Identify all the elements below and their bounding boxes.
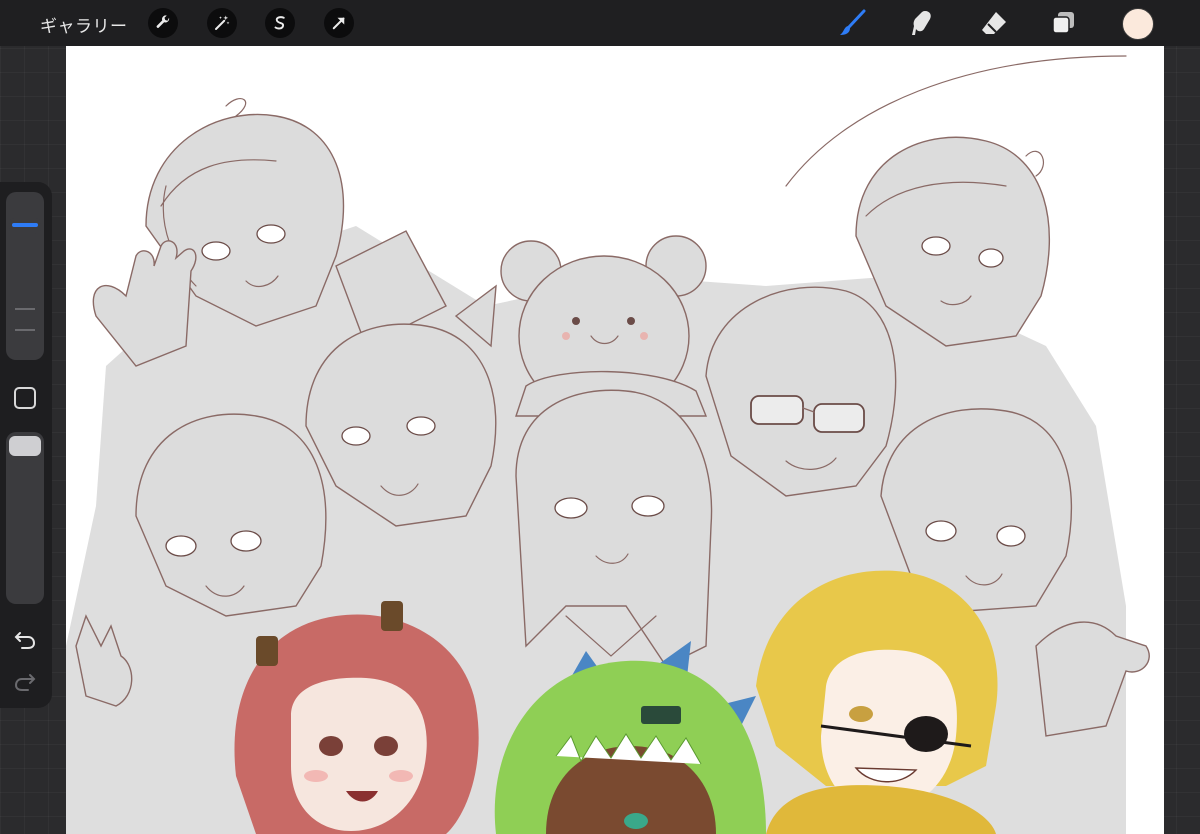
brush-size-thumb[interactable] — [9, 217, 41, 234]
color-picker-swatch[interactable] — [1122, 8, 1154, 40]
wrench-icon[interactable] — [148, 8, 178, 38]
brush-size-slider[interactable] — [6, 192, 44, 360]
magic-wand-icon[interactable] — [207, 8, 237, 38]
brush-icon[interactable] — [836, 7, 868, 39]
drawing-canvas[interactable]: .sk { fill:#dcdcdc; stroke:#8a6a66; stro… — [66, 46, 1164, 834]
slider-tick — [15, 308, 35, 310]
smudge-icon[interactable] — [906, 7, 938, 39]
layers-icon[interactable] — [1048, 7, 1080, 39]
opacity-thumb[interactable] — [9, 436, 41, 456]
top-toolbar: ギャラリー — [0, 0, 1200, 46]
slider-tick — [15, 329, 35, 331]
sketch-bear-character — [500, 235, 708, 417]
modify-square-icon[interactable] — [14, 387, 36, 409]
undo-icon[interactable] — [12, 628, 38, 650]
sketch-artwork: .sk { fill:#dcdcdc; stroke:#8a6a66; stro… — [66, 55, 1150, 834]
left-sidebar — [0, 182, 52, 708]
gallery-button[interactable]: ギャラリー — [40, 12, 128, 37]
transform-arrow-icon[interactable] — [324, 8, 354, 38]
eraser-icon[interactable] — [978, 7, 1010, 39]
selection-s-icon[interactable] — [265, 8, 295, 38]
redo-icon[interactable] — [12, 670, 38, 692]
opacity-slider[interactable] — [6, 432, 44, 604]
